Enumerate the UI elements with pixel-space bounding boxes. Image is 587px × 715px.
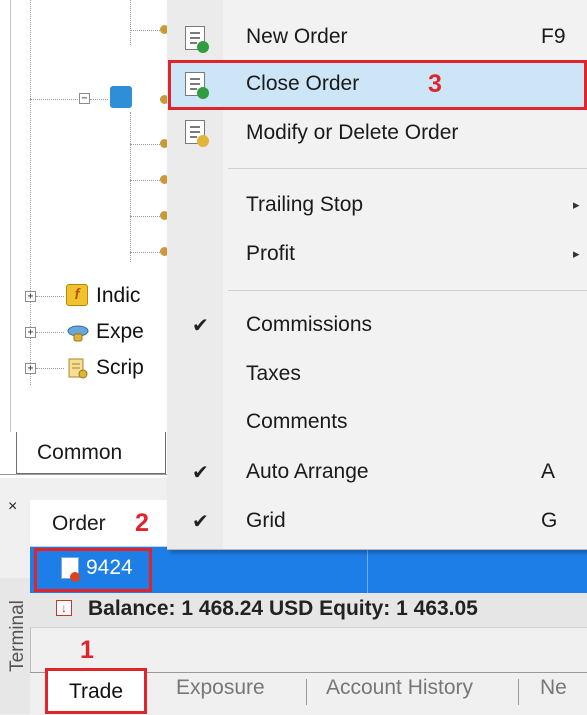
menu-shortcut: F9 xyxy=(541,25,566,48)
menu-separator xyxy=(228,168,587,169)
tree-line xyxy=(130,252,160,253)
menu-label: Profit xyxy=(246,242,296,265)
panel-border xyxy=(10,0,11,432)
tab-news[interactable]: Ne xyxy=(540,676,567,700)
menu-label: Modify or Delete Order xyxy=(246,121,459,144)
checkmark-icon: ✔ xyxy=(192,511,209,533)
menu-label: Commissions xyxy=(246,313,373,336)
tab-separator xyxy=(518,679,519,705)
tree-item-indicators[interactable]: Indic xyxy=(96,284,140,308)
tree-line xyxy=(130,112,131,262)
balance-icon: ↓ xyxy=(56,600,72,616)
menu-item-grid[interactable] xyxy=(168,497,587,543)
cell-divider xyxy=(367,547,368,593)
expand-toggle-icon[interactable]: + xyxy=(25,363,36,374)
collapse-toggle-icon[interactable]: − xyxy=(79,93,90,104)
menu-label: Taxes xyxy=(246,362,301,385)
menu-item-taxes[interactable] xyxy=(168,350,587,396)
tab-separator xyxy=(306,679,307,705)
tree-line xyxy=(90,99,108,100)
column-header-order[interactable]: Order xyxy=(52,512,106,536)
menu-item-profit[interactable] xyxy=(168,230,587,276)
plus-badge-icon xyxy=(197,41,209,53)
tree-line xyxy=(30,99,80,100)
menu-label: Grid xyxy=(246,509,286,532)
menu-shortcut: G xyxy=(541,509,558,532)
close-icon[interactable]: × xyxy=(8,498,17,516)
expand-toggle-icon[interactable]: + xyxy=(25,291,36,302)
tree-line xyxy=(36,332,64,333)
checkmark-icon: ✔ xyxy=(192,315,209,337)
tree-line xyxy=(130,0,131,45)
scripts-icon xyxy=(66,356,88,379)
menu-label: New Order xyxy=(246,25,348,48)
balance-text: Balance: 1 468.24 USD Equity: 1 463.05 xyxy=(88,597,478,620)
menu-item-trailing-stop[interactable] xyxy=(168,182,587,228)
annotation-step-1: 1 xyxy=(80,636,94,664)
annotation-box-close-order xyxy=(168,60,587,110)
annotation-step-3: 3 xyxy=(428,70,442,98)
tree-line xyxy=(130,216,160,217)
menu-separator xyxy=(228,290,587,291)
menu-label: Trailing Stop xyxy=(246,193,364,216)
menu-label: Comments xyxy=(246,410,348,433)
menu-item-commissions[interactable] xyxy=(168,302,587,348)
tree-line xyxy=(130,30,160,31)
tree-line xyxy=(36,368,64,369)
indicators-icon: f xyxy=(66,284,88,306)
submenu-arrow-icon: ▸ xyxy=(573,197,580,212)
menu-item-new-order[interactable] xyxy=(168,14,587,60)
annotation-box-trade xyxy=(45,668,147,714)
tree-item-experts[interactable]: Expe xyxy=(96,320,144,344)
tab-exposure[interactable]: Exposure xyxy=(176,676,265,700)
annotation-step-2: 2 xyxy=(135,509,149,537)
tab-common[interactable]: Common xyxy=(16,432,166,474)
edit-badge-icon xyxy=(197,135,209,147)
experts-icon xyxy=(66,322,89,344)
menu-label: Auto Arrange xyxy=(246,460,369,483)
expand-toggle-icon[interactable]: + xyxy=(25,327,36,338)
tree-line xyxy=(36,296,64,297)
annotation-box-order xyxy=(34,548,152,592)
tree-line xyxy=(130,144,160,145)
tab-account-history[interactable]: Account History xyxy=(326,676,473,700)
terminal-side-label: Terminal xyxy=(7,600,28,672)
tree-line xyxy=(130,180,160,181)
submenu-arrow-icon: ▸ xyxy=(573,246,580,261)
menu-item-auto-arrange[interactable] xyxy=(168,448,587,494)
tree-item-scripts[interactable]: Scrip xyxy=(96,356,144,380)
menu-item-comments[interactable] xyxy=(168,398,587,444)
menu-shortcut: A xyxy=(541,460,556,483)
account-server-icon xyxy=(110,86,132,108)
checkmark-icon: ✔ xyxy=(192,462,209,484)
